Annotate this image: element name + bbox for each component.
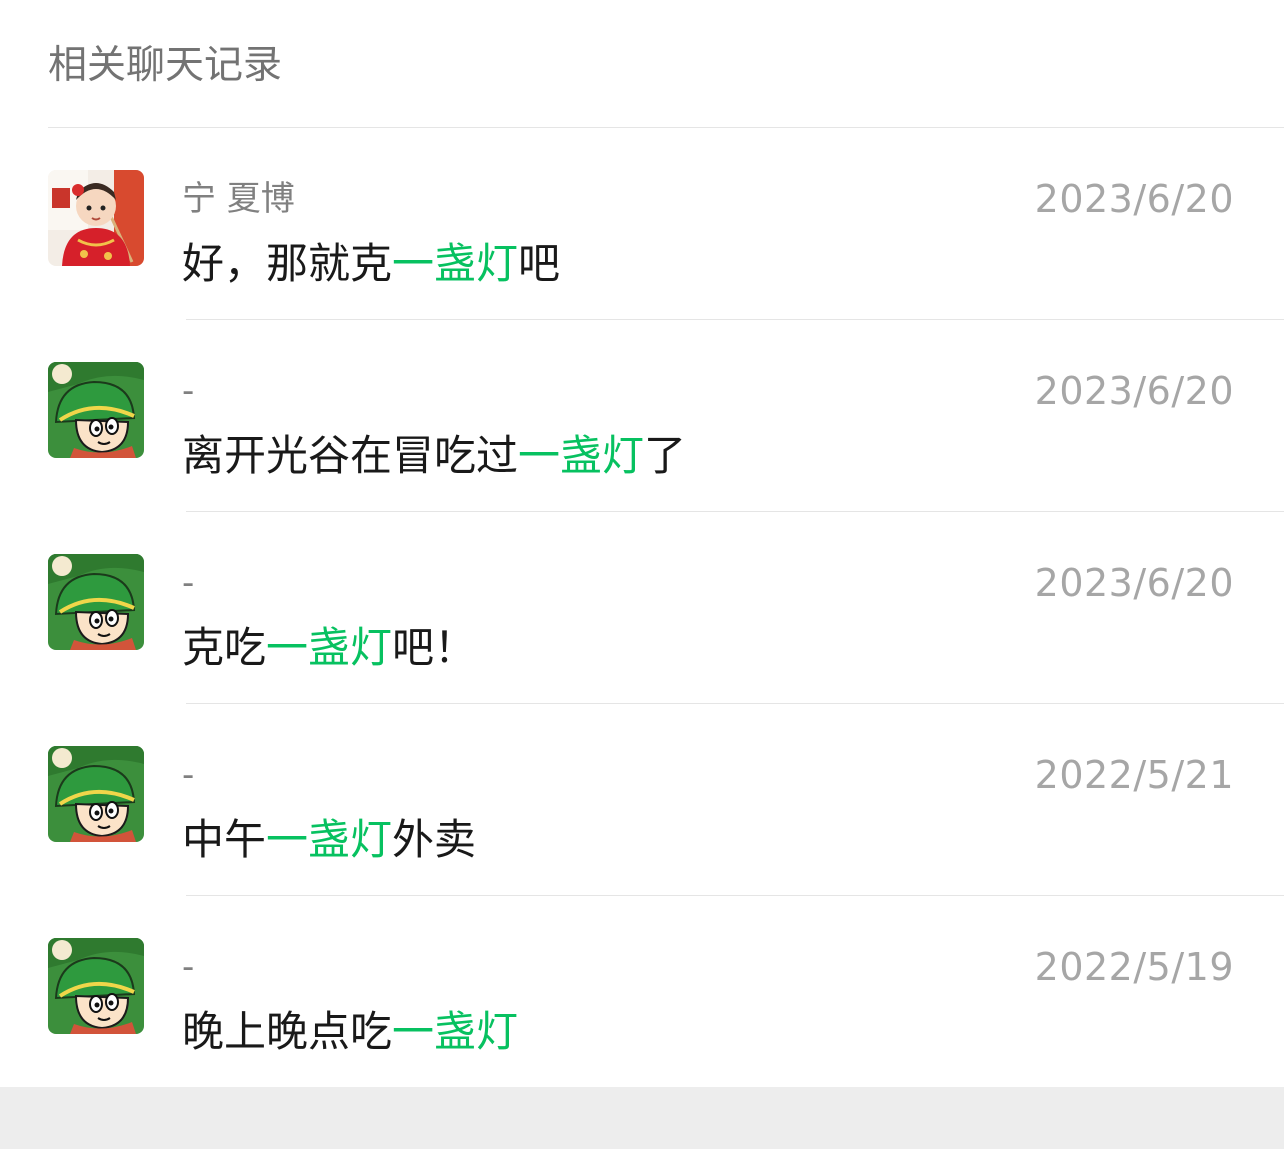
keyword-highlight: 一盏灯 (266, 815, 393, 864)
message-text: 了 (644, 431, 687, 480)
message-date: 2022/5/21 (1034, 753, 1234, 797)
message-date: 2023/6/20 (1034, 561, 1234, 605)
keyword-highlight: 一盏灯 (392, 1007, 519, 1056)
sender-name: - (182, 947, 195, 987)
baby-photo-avatar (48, 170, 144, 266)
message-text: 外卖 (392, 815, 477, 864)
chat-record-row[interactable]: - 2022/5/21 中午一盏灯外卖 (0, 704, 1284, 896)
message-text: 吧！ (392, 623, 477, 672)
message-date: 2023/6/20 (1034, 177, 1234, 221)
message-text: 离开光谷在冒吃过 (182, 431, 519, 480)
section-title: 相关聊天记录 (48, 43, 283, 88)
chat-history-panel: 相关聊天记录 宁 夏博 2023/6/20 好，那就克一盏灯吧 - 2023/6… (0, 0, 1284, 1087)
message-text: 晚上晚点吃 (182, 1007, 393, 1056)
chat-record-row[interactable]: - 2023/6/20 克吃一盏灯吧！ (0, 512, 1284, 704)
message-text: 好，那就克 (182, 239, 393, 288)
message-text: 吧 (518, 239, 561, 288)
chat-record-row[interactable]: - 2023/6/20 离开光谷在冒吃过一盏灯了 (0, 320, 1284, 512)
sender-name: - (182, 371, 195, 411)
cartoon-boy-avatar (48, 746, 144, 842)
keyword-highlight: 一盏灯 (518, 431, 645, 480)
message-snippet: 离开光谷在冒吃过一盏灯了 (182, 428, 686, 484)
message-snippet: 好，那就克一盏灯吧 (182, 236, 560, 292)
message-date: 2022/5/19 (1034, 945, 1234, 989)
message-date: 2023/6/20 (1034, 369, 1234, 413)
sender-name: - (182, 755, 195, 795)
cartoon-boy-avatar (48, 938, 144, 1034)
sender-name: 宁 夏博 (182, 179, 295, 219)
message-text: 克吃 (182, 623, 267, 672)
sender-name: - (182, 563, 195, 603)
cartoon-boy-avatar (48, 554, 144, 650)
message-snippet: 克吃一盏灯吧！ (182, 620, 476, 676)
keyword-highlight: 一盏灯 (392, 239, 519, 288)
chat-record-row[interactable]: - 2022/5/19 晚上晚点吃一盏灯 (0, 896, 1284, 1088)
chat-record-row[interactable]: 宁 夏博 2023/6/20 好，那就克一盏灯吧 (0, 128, 1284, 320)
message-snippet: 中午一盏灯外卖 (182, 812, 476, 868)
message-snippet: 晚上晚点吃一盏灯 (182, 1004, 518, 1060)
keyword-highlight: 一盏灯 (266, 623, 393, 672)
message-text: 中午 (182, 815, 267, 864)
cartoon-boy-avatar (48, 362, 144, 458)
